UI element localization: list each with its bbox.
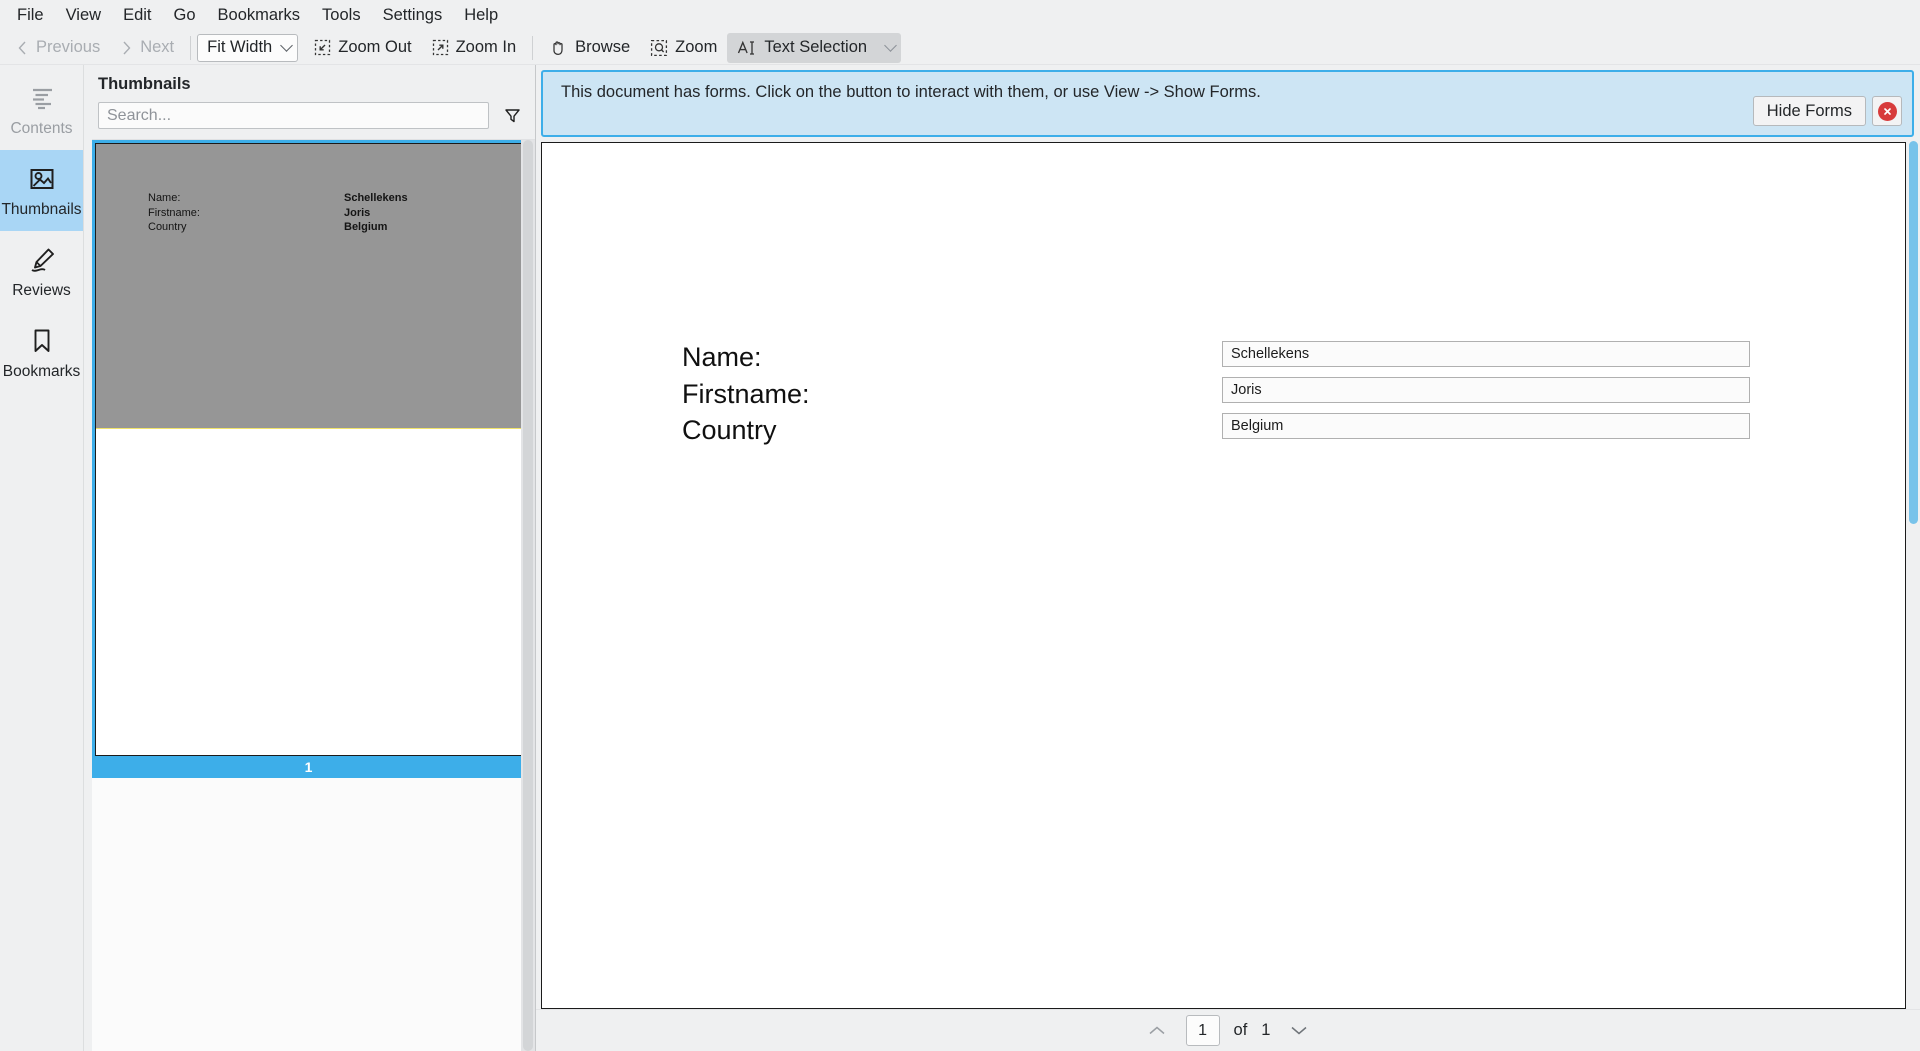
- next-page-button[interactable]: Next: [110, 33, 184, 63]
- form-field-country[interactable]: Belgium: [1222, 413, 1750, 439]
- sidebar-item-bookmarks[interactable]: Bookmarks: [0, 312, 83, 393]
- menu-edit[interactable]: Edit: [112, 3, 162, 28]
- zoom-out-label: Zoom Out: [338, 38, 412, 56]
- thumbnails-search-row: [84, 102, 535, 139]
- forms-notification-bar: This document has forms. Click on the bu…: [541, 70, 1914, 137]
- thumbnail-item[interactable]: Name: Firstname: Country Schellekens Jor…: [92, 140, 525, 778]
- sidebar-item-contents[interactable]: Contents: [0, 69, 83, 150]
- chevron-right-icon: [120, 40, 133, 56]
- browse-tool-button[interactable]: Browse: [539, 33, 640, 63]
- field-label-country: Country: [682, 415, 777, 445]
- previous-page-arrow[interactable]: [1142, 1017, 1172, 1045]
- thumbnail-value-country: Belgium: [344, 221, 388, 233]
- chevron-left-icon: [16, 40, 29, 56]
- status-bar: 1 of 1: [536, 1009, 1920, 1051]
- previous-label: Previous: [36, 38, 101, 56]
- field-label-firstname: Firstname:: [682, 379, 810, 409]
- forms-notification-actions: Hide Forms: [1752, 96, 1902, 126]
- text-selection-label: Text Selection: [764, 38, 868, 56]
- next-page-arrow[interactable]: [1284, 1017, 1314, 1045]
- thumbnail-form-region: [96, 144, 521, 429]
- filter-funnel-icon: [503, 106, 522, 125]
- sidebar-label-reviews: Reviews: [12, 282, 71, 299]
- chevron-up-icon: [1147, 1024, 1167, 1037]
- thumbnail-label-firstname: Firstname:: [148, 206, 200, 219]
- zoom-out-button[interactable]: Zoom Out: [304, 33, 421, 63]
- document-scrollbar[interactable]: [1906, 137, 1920, 1009]
- thumbnail-page-preview: Name: Firstname: Country Schellekens Jor…: [95, 143, 522, 756]
- thumbnail-page-number: 1: [95, 756, 522, 778]
- chevron-down-icon: [280, 39, 294, 52]
- thumbnail-value-firstname: Joris: [344, 206, 371, 219]
- thumbnail-label-country: Country: [148, 221, 187, 233]
- thumbnails-scrollbar-handle[interactable]: [523, 140, 533, 1051]
- field-label-name: Name:: [682, 342, 762, 372]
- text-cursor-icon: [737, 39, 757, 57]
- contents-icon: [25, 81, 59, 115]
- zoom-mode-select[interactable]: Fit Width: [197, 33, 299, 62]
- menu-file[interactable]: File: [6, 3, 55, 28]
- chevron-down-icon: [1289, 1024, 1309, 1037]
- thumbnail-field-labels: Name: Firstname: Country: [148, 191, 200, 235]
- bookmarks-icon: [25, 324, 59, 358]
- filter-button[interactable]: [499, 103, 525, 129]
- toolbar-separator-2: [532, 35, 534, 60]
- hand-icon: [549, 38, 568, 57]
- thumbnail-field-values: Schellekens Joris Belgium: [344, 191, 408, 235]
- thumbnails-panel-title: Thumbnails: [98, 75, 191, 93]
- zoom-in-label: Zoom In: [455, 38, 517, 56]
- document-scrollbar-handle[interactable]: [1909, 141, 1918, 524]
- menu-help[interactable]: Help: [453, 3, 509, 28]
- form-field-name[interactable]: Schellekens: [1222, 341, 1750, 367]
- page-area: Name: Firstname: Country Schellekens Jor…: [536, 137, 1920, 1009]
- document-viewer: This document has forms. Click on the bu…: [536, 65, 1920, 1051]
- close-notification-button[interactable]: [1872, 96, 1902, 126]
- toolbar-separator-1: [190, 35, 192, 60]
- main-toolbar: Previous Next Fit Width Zoom Out Zoom In…: [0, 31, 1920, 65]
- zoom-tool-button[interactable]: Zoom: [640, 33, 727, 63]
- menu-bookmarks[interactable]: Bookmarks: [207, 3, 312, 28]
- sidebar-item-thumbnails[interactable]: Thumbnails: [0, 150, 83, 231]
- sidebar-label-thumbnails: Thumbnails: [1, 201, 82, 218]
- zoom-mode-value: Fit Width: [207, 38, 273, 56]
- page-of-label: of: [1233, 1021, 1248, 1039]
- thumbnails-scroll-area[interactable]: Name: Firstname: Country Schellekens Jor…: [92, 139, 535, 1051]
- sidebar-label-contents: Contents: [10, 120, 73, 137]
- okular-window: File View Edit Go Bookmarks Tools Settin…: [0, 0, 1920, 1051]
- thumbnails-scrollbar[interactable]: [521, 140, 535, 1051]
- hide-forms-button[interactable]: Hide Forms: [1752, 96, 1866, 126]
- page-number-input[interactable]: 1: [1185, 1015, 1220, 1046]
- text-selection-tool-button[interactable]: Text Selection: [727, 32, 902, 63]
- close-circle-icon: [1877, 101, 1897, 121]
- zoom-select-icon: [650, 39, 668, 57]
- total-pages-label: 1: [1261, 1021, 1271, 1039]
- main-body: Contents Thumbnails Reviews Bookmarks Th…: [0, 65, 1920, 1051]
- thumbnails-panel: Thumbnails Name:: [84, 65, 536, 1051]
- thumbnail-value-name: Schellekens: [344, 192, 408, 204]
- form-field-firstname[interactable]: Joris: [1222, 377, 1750, 403]
- zoom-out-icon: [314, 39, 331, 56]
- menu-go[interactable]: Go: [163, 3, 207, 28]
- chevron-down-icon[interactable]: [884, 39, 897, 52]
- search-input[interactable]: [98, 102, 489, 129]
- sidebar-label-bookmarks: Bookmarks: [2, 363, 81, 380]
- menu-settings[interactable]: Settings: [372, 3, 454, 28]
- zoom-in-icon: [432, 39, 449, 56]
- sidebar-item-reviews[interactable]: Reviews: [0, 231, 83, 312]
- previous-page-button[interactable]: Previous: [6, 33, 110, 63]
- side-navigation-rail: Contents Thumbnails Reviews Bookmarks: [0, 65, 84, 1051]
- menu-bar: File View Edit Go Bookmarks Tools Settin…: [0, 0, 1920, 31]
- browse-label: Browse: [575, 38, 631, 56]
- thumbnails-icon: [25, 162, 59, 196]
- menu-tools[interactable]: Tools: [311, 3, 372, 28]
- next-label: Next: [140, 38, 175, 56]
- document-page[interactable]: Name: Firstname: Country Schellekens Jor…: [541, 142, 1906, 1009]
- thumbnail-label-name: Name:: [148, 192, 181, 204]
- menu-view[interactable]: View: [55, 3, 112, 28]
- forms-notification-message: This document has forms. Click on the bu…: [561, 83, 1261, 101]
- zoom-in-button[interactable]: Zoom In: [422, 33, 527, 63]
- zoom-tool-label: Zoom: [675, 38, 718, 56]
- reviews-icon: [25, 243, 59, 277]
